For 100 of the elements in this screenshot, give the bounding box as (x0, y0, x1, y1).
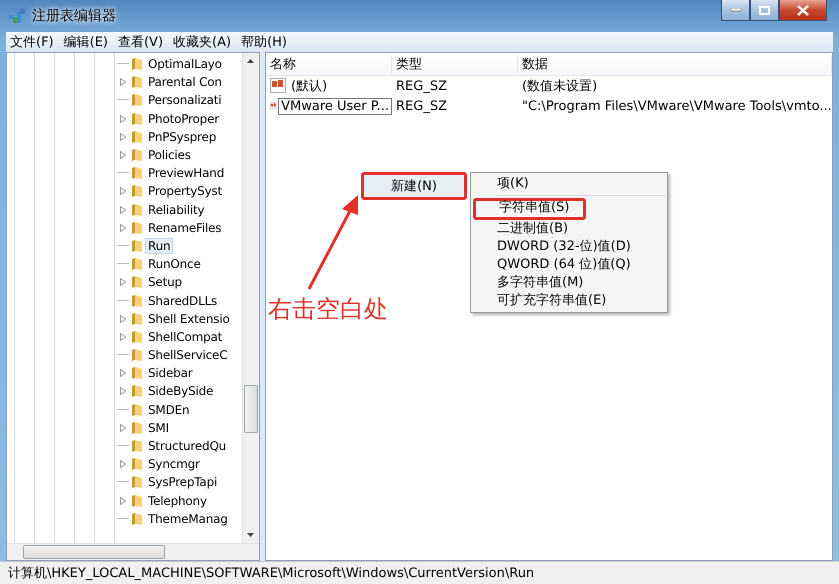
folder-icon (129, 112, 143, 126)
scroll-down-icon[interactable] (247, 533, 254, 537)
folder-icon (129, 57, 143, 72)
registry-icon (8, 7, 26, 25)
menu-item[interactable]: 文件(F) (10, 33, 54, 51)
expand-icon[interactable] (120, 187, 126, 196)
annotation-text: 右击空白处 (268, 294, 388, 325)
vertical-scrollbar[interactable] (242, 53, 259, 543)
expand-icon[interactable] (120, 369, 126, 378)
column-header[interactable]: 类型 (392, 55, 518, 73)
tree-item[interactable]: StructuredQu (145, 438, 230, 454)
tree-item[interactable]: PropertySyst (145, 183, 226, 200)
status-path: 计算机\HKEY_LOCAL_MACHINE\SOFTWARE\Microsoft\Windows\CurrentVersion\Run (8, 565, 534, 582)
folder-icon (129, 420, 143, 435)
folder-icon (129, 494, 143, 508)
submenu-item[interactable]: QWORD (64 位)值(Q) (471, 256, 667, 274)
folder-icon (129, 312, 143, 326)
folder-icon (129, 348, 143, 362)
menu-item[interactable]: 查看(V) (118, 33, 164, 51)
tree-item[interactable]: PreviewHand (145, 165, 228, 182)
tree-item[interactable]: SideBySide (145, 383, 216, 400)
window-title: 注册表编辑器 (32, 7, 116, 25)
submenu-item[interactable]: 项(K) (471, 175, 667, 193)
tree-item[interactable]: Syncmgr (145, 456, 203, 472)
folder-icon (129, 257, 143, 272)
expand-icon[interactable] (120, 278, 126, 286)
minimize-button[interactable] (721, 0, 750, 21)
expand-icon[interactable] (120, 132, 126, 141)
horizontal-scrollbar[interactable] (7, 543, 259, 560)
tree-item[interactable]: Setup (145, 274, 185, 290)
expand-icon[interactable] (120, 332, 126, 341)
folder-icon (129, 366, 143, 380)
tree-item[interactable]: ThemeManag (145, 510, 231, 527)
expand-icon[interactable] (120, 496, 126, 505)
tree-item[interactable]: Reliability (145, 202, 208, 218)
rename-field[interactable]: VMware User P... (278, 98, 392, 114)
value-name: (默认) (290, 78, 328, 95)
folder-icon (129, 457, 143, 472)
submenu-item[interactable]: 多字符串值(M) (471, 274, 667, 292)
expand-icon[interactable] (120, 151, 126, 160)
tree-item[interactable]: ShellServiceC (145, 347, 230, 364)
folder-icon (129, 330, 143, 344)
submenu-item[interactable]: 二进制值(B) (471, 220, 667, 238)
expand-icon[interactable] (120, 78, 126, 86)
tree-item[interactable]: RunOnce (145, 256, 204, 272)
folder-icon (129, 402, 143, 417)
folder-icon (129, 512, 143, 526)
menu-item[interactable]: 收藏夹(A) (173, 33, 232, 51)
scroll-thumb[interactable] (23, 545, 165, 559)
folder-icon (129, 238, 143, 253)
tree-item[interactable]: ShellCompat (145, 328, 226, 345)
scroll-up-icon[interactable] (247, 59, 254, 63)
value-type: REG_SZ (395, 98, 448, 114)
value-type: REG_SZ (395, 78, 448, 94)
tree-item[interactable]: Policies (145, 147, 194, 164)
tree-item[interactable]: Personalizati (145, 92, 224, 108)
submenu-item[interactable]: DWORD (32-位)值(D) (471, 238, 667, 256)
value-data: (数值未设置) (521, 78, 598, 95)
tree-item[interactable]: SharedDLLs (145, 292, 220, 309)
column-header[interactable]: 名称 (266, 55, 392, 73)
tree-item[interactable]: RenameFiles (145, 220, 224, 236)
tree-item[interactable]: Sidebar (145, 365, 196, 382)
tree-item[interactable]: PhotoProper (145, 110, 222, 127)
folder-icon (129, 184, 143, 198)
tree-item[interactable]: Telephony (145, 492, 210, 509)
folder-icon (129, 220, 143, 235)
tree-item[interactable]: SysPrepTapi (145, 474, 220, 490)
expand-icon[interactable] (120, 424, 126, 432)
folder-icon (129, 275, 143, 290)
folder-icon (129, 148, 143, 162)
folder-icon (129, 384, 143, 398)
menu-item[interactable]: 编辑(E) (64, 33, 108, 51)
tree-item[interactable]: Run (145, 238, 174, 254)
expand-icon[interactable] (120, 206, 126, 214)
folder-icon (129, 166, 143, 180)
expand-icon[interactable] (120, 460, 126, 468)
tree-item[interactable]: SMI (145, 420, 172, 436)
submenu-item[interactable]: 可扩充字符串值(E) (471, 292, 667, 310)
minimize-icon (730, 8, 740, 12)
folder-icon (129, 439, 143, 454)
tree-item[interactable]: OptimalLayo (145, 56, 225, 72)
close-button[interactable] (779, 0, 827, 21)
expand-icon[interactable] (120, 224, 126, 232)
tree-item[interactable]: PnPSysprep (145, 128, 220, 145)
tree-item[interactable]: Parental Con (145, 74, 225, 90)
maximize-button[interactable] (750, 0, 779, 21)
tree-item[interactable]: Shell Extensio (145, 310, 233, 327)
expand-icon[interactable] (120, 314, 126, 323)
context-menu-item[interactable]: 新建(N) (361, 172, 467, 200)
column-header[interactable]: 数据 (518, 55, 832, 73)
close-icon (797, 4, 809, 16)
submenu-item[interactable]: 字符串值(S) (473, 198, 586, 220)
scroll-thumb[interactable] (244, 385, 258, 433)
folder-icon (129, 475, 143, 490)
expand-icon[interactable] (120, 387, 126, 396)
tree-item[interactable]: SMDEn (145, 402, 192, 418)
folder-icon (129, 202, 143, 217)
menu-item[interactable]: 帮助(H) (241, 33, 287, 51)
expand-icon[interactable] (120, 114, 126, 123)
folder-icon (129, 294, 143, 308)
